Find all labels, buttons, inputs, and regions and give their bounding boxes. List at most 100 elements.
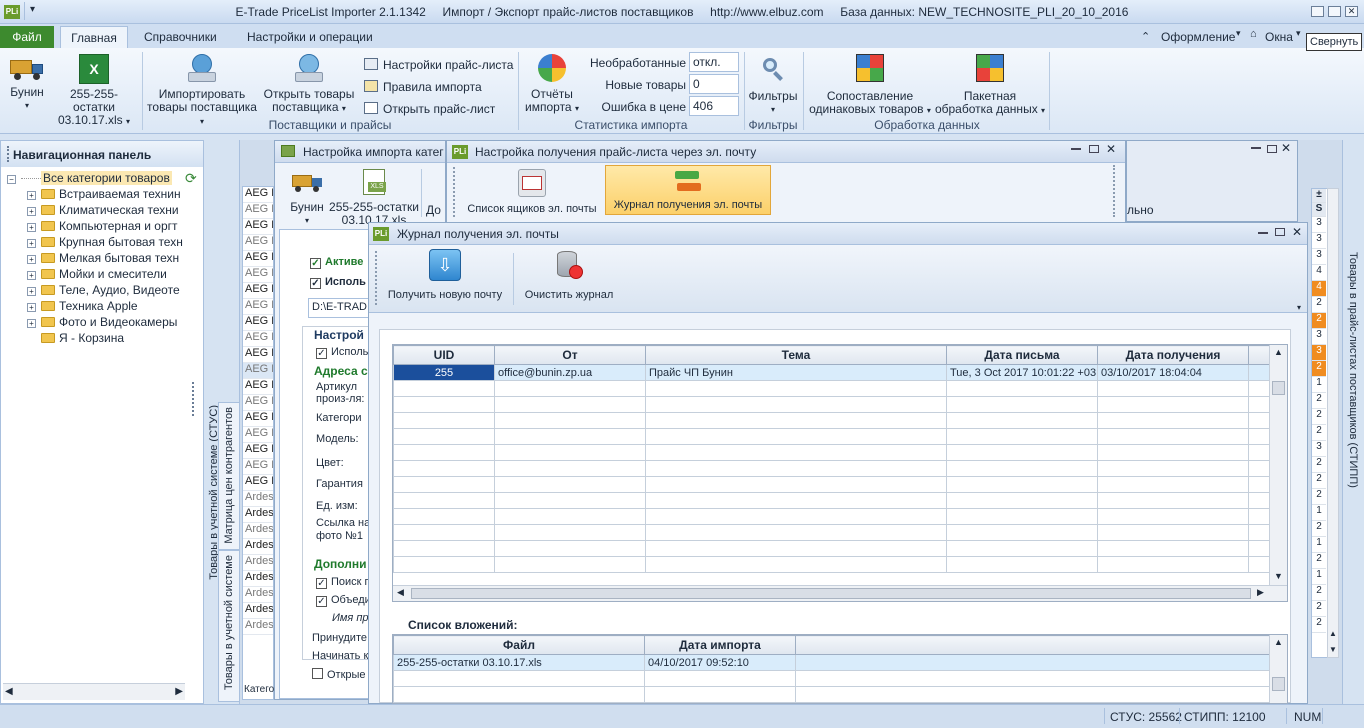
col-letter-date[interactable]: Дата письма — [946, 345, 1098, 365]
close-icon[interactable]: ✕ — [1292, 225, 1302, 239]
side-tab-goods[interactable]: Товары в учетной системе — [218, 550, 240, 702]
bg-grid-row[interactable]: AEG H — [243, 411, 273, 427]
collapse-ribbon-icon[interactable]: ⌃ — [1141, 30, 1150, 43]
bg-grid-row[interactable]: AEG H — [243, 459, 273, 475]
design-menu[interactable]: Оформление — [1161, 30, 1235, 44]
iw-supplier-button[interactable]: Бунин ▾ — [287, 171, 327, 227]
bg-grid-row[interactable]: AEG H — [243, 331, 273, 347]
mail-horizontal-scrollbar[interactable]: ◀ ▶ — [393, 585, 1287, 601]
scroll-thumb[interactable] — [1272, 381, 1285, 395]
tree-item[interactable]: + Фото и Видеокамеры — [27, 315, 207, 331]
mail-vertical-scrollbar[interactable]: ▲ ▼ — [1269, 345, 1287, 585]
bg-grid-row[interactable]: AEG H — [243, 315, 273, 331]
bg-grid-row[interactable]: Ardes — [243, 539, 273, 555]
supplier-button[interactable]: Бунин ▾ — [6, 56, 48, 112]
iw-file-button[interactable]: XLS 255-255-остатки 03.10.17.xls — [329, 169, 419, 227]
scroll-left-icon[interactable]: ◀ — [397, 587, 404, 598]
attachment-row[interactable]: 255-255-остатки 03.10.17.xls 04/10/2017 0… — [393, 654, 1272, 671]
scroll-up-icon[interactable]: ▲ — [1274, 347, 1283, 357]
tree-item[interactable]: Я - Корзина — [27, 331, 207, 347]
tab-directories[interactable]: Справочники — [134, 26, 227, 48]
windows-menu[interactable]: Окна — [1265, 30, 1293, 44]
drag-grip[interactable] — [7, 146, 10, 162]
open-checkbox[interactable]: Открые — [312, 668, 366, 681]
compare-goods-button[interactable]: Сопоставление одинаковых товаров ▾ — [806, 54, 934, 117]
mail-journal-button[interactable]: Журнал получения эл. почты — [605, 165, 771, 215]
restore-icon[interactable] — [1267, 145, 1277, 153]
col-received-date[interactable]: Дата получения — [1097, 345, 1249, 365]
minimize-icon[interactable] — [1071, 148, 1081, 150]
bg-grid-row[interactable]: AEG H — [243, 219, 273, 235]
use-checkbox[interactable]: ✓ Исполь — [310, 276, 366, 289]
vertical-scrollbar[interactable]: ▲ ▼ — [1327, 188, 1339, 658]
bg-grid-row[interactable]: AEG H — [243, 379, 273, 395]
bg-grid-row[interactable]: Ardes — [243, 555, 273, 571]
tree-item[interactable]: + Мелкая бытовая техн — [27, 251, 207, 267]
import-goods-button[interactable]: Импортировать товары поставщика ▾ — [144, 54, 260, 128]
iw-extra-button[interactable]: До — [426, 203, 441, 217]
bg-grid-row[interactable]: Ardes — [243, 571, 273, 587]
tree-item[interactable]: + Встраиваемая технин — [27, 187, 207, 203]
bg-grid-row[interactable]: AEG H — [243, 283, 273, 299]
bg-grid-row[interactable]: AEG H — [243, 187, 273, 203]
bg-grid-row[interactable]: Ardes — [243, 507, 273, 523]
close-icon[interactable]: ✕ — [1106, 142, 1116, 156]
tree-item[interactable]: + Компьютерная и оргт — [27, 219, 207, 235]
tree-root[interactable]: − Все категории товаров — [7, 171, 172, 187]
price-settings-button[interactable]: Настройки прайс-листа — [364, 54, 513, 76]
open-supplier-goods-button[interactable]: Открыть товары поставщика ▾ — [262, 54, 356, 115]
price-file-button[interactable]: X 255-255-остатки 03.10.17.xls ▾ — [50, 54, 138, 128]
scroll-right-icon[interactable]: ▶ — [175, 686, 183, 697]
col-subject[interactable]: Тема — [645, 345, 947, 365]
bg-grid-row[interactable]: AEG H — [243, 427, 273, 443]
tree-item[interactable]: + Теле, Аудио, Видеоте — [27, 283, 207, 299]
tree-item[interactable]: + Климатическая техни — [27, 203, 207, 219]
bg-grid-row[interactable]: Ardes — [243, 587, 273, 603]
get-new-mail-button[interactable]: ⇩ Получить новую почту — [381, 249, 509, 302]
chevron-down-icon[interactable]: ▾ — [1297, 303, 1301, 312]
mailbox-list-button[interactable]: Список ящиков эл. почты — [461, 167, 603, 216]
bg-grid-row[interactable]: AEG H — [243, 299, 273, 315]
bg-grid-row[interactable]: AEG H — [243, 267, 273, 283]
col-from[interactable]: От — [494, 345, 646, 365]
bg-grid-row[interactable]: AEG H — [243, 347, 273, 363]
maximize-button[interactable] — [1328, 6, 1341, 17]
filters-button[interactable]: Фильтры ▾ — [746, 54, 800, 116]
scroll-down-icon[interactable]: ▼ — [1329, 645, 1337, 654]
bg-grid-row[interactable]: AEG H — [243, 395, 273, 411]
tree-item[interactable]: + Крупная бытовая техн — [27, 235, 207, 251]
tree-item[interactable]: + Мойки и смесители — [27, 267, 207, 283]
minimize-button[interactable] — [1311, 6, 1324, 17]
import-rules-button[interactable]: Правила импорта — [364, 76, 513, 98]
active-checkbox[interactable]: ✓ Активе — [310, 256, 363, 269]
side-tab-prices[interactable]: Матрица цен контрагентов — [218, 402, 240, 550]
bg-grid-row[interactable]: AEG H — [243, 443, 273, 459]
scroll-thumb[interactable] — [411, 588, 1251, 599]
right-side-tab[interactable]: Товары в прайс-листах поставщиков (СТИПП… — [1342, 140, 1364, 704]
horizontal-scrollbar[interactable]: ◀ ▶ — [3, 683, 185, 700]
use2-checkbox[interactable]: ✓ Исполь — [316, 346, 368, 359]
import-reports-button[interactable]: Отчёты импорта ▾ — [520, 54, 584, 115]
col-import-date[interactable]: Дата импорта — [644, 635, 796, 655]
bg-grid-row[interactable]: AEG H — [243, 251, 273, 267]
tab-settings[interactable]: Настройки и операции — [237, 26, 383, 48]
splitter-grip[interactable] — [192, 382, 195, 416]
close-icon[interactable]: ✕ — [1281, 141, 1291, 155]
search-checkbox[interactable]: ✓ Поиск п — [316, 576, 371, 589]
col-uid[interactable]: UID — [393, 345, 495, 365]
open-price-button[interactable]: Открыть прайс-лист — [364, 98, 513, 120]
scroll-right-icon[interactable]: ▶ — [1257, 587, 1264, 598]
minimize-icon[interactable] — [1251, 147, 1261, 149]
tree-item[interactable]: + Техника Apple — [27, 299, 207, 315]
close-button[interactable]: ✕ — [1345, 6, 1358, 17]
bg-grid-row[interactable]: Ardes — [243, 619, 273, 635]
bg-grid-row[interactable]: Ardes — [243, 603, 273, 619]
scroll-thumb[interactable] — [1272, 677, 1285, 691]
bg-grid-row[interactable]: Ardes — [243, 491, 273, 507]
scroll-up-icon[interactable]: ▲ — [1329, 629, 1337, 638]
clear-journal-button[interactable]: Очистить журнал — [519, 249, 619, 302]
col-file[interactable]: Файл — [393, 635, 645, 655]
attachments-vertical-scrollbar[interactable]: ▲ — [1269, 635, 1287, 703]
tab-home[interactable]: Главная — [60, 26, 128, 48]
merge-checkbox[interactable]: ✓ Объеди — [316, 594, 371, 607]
